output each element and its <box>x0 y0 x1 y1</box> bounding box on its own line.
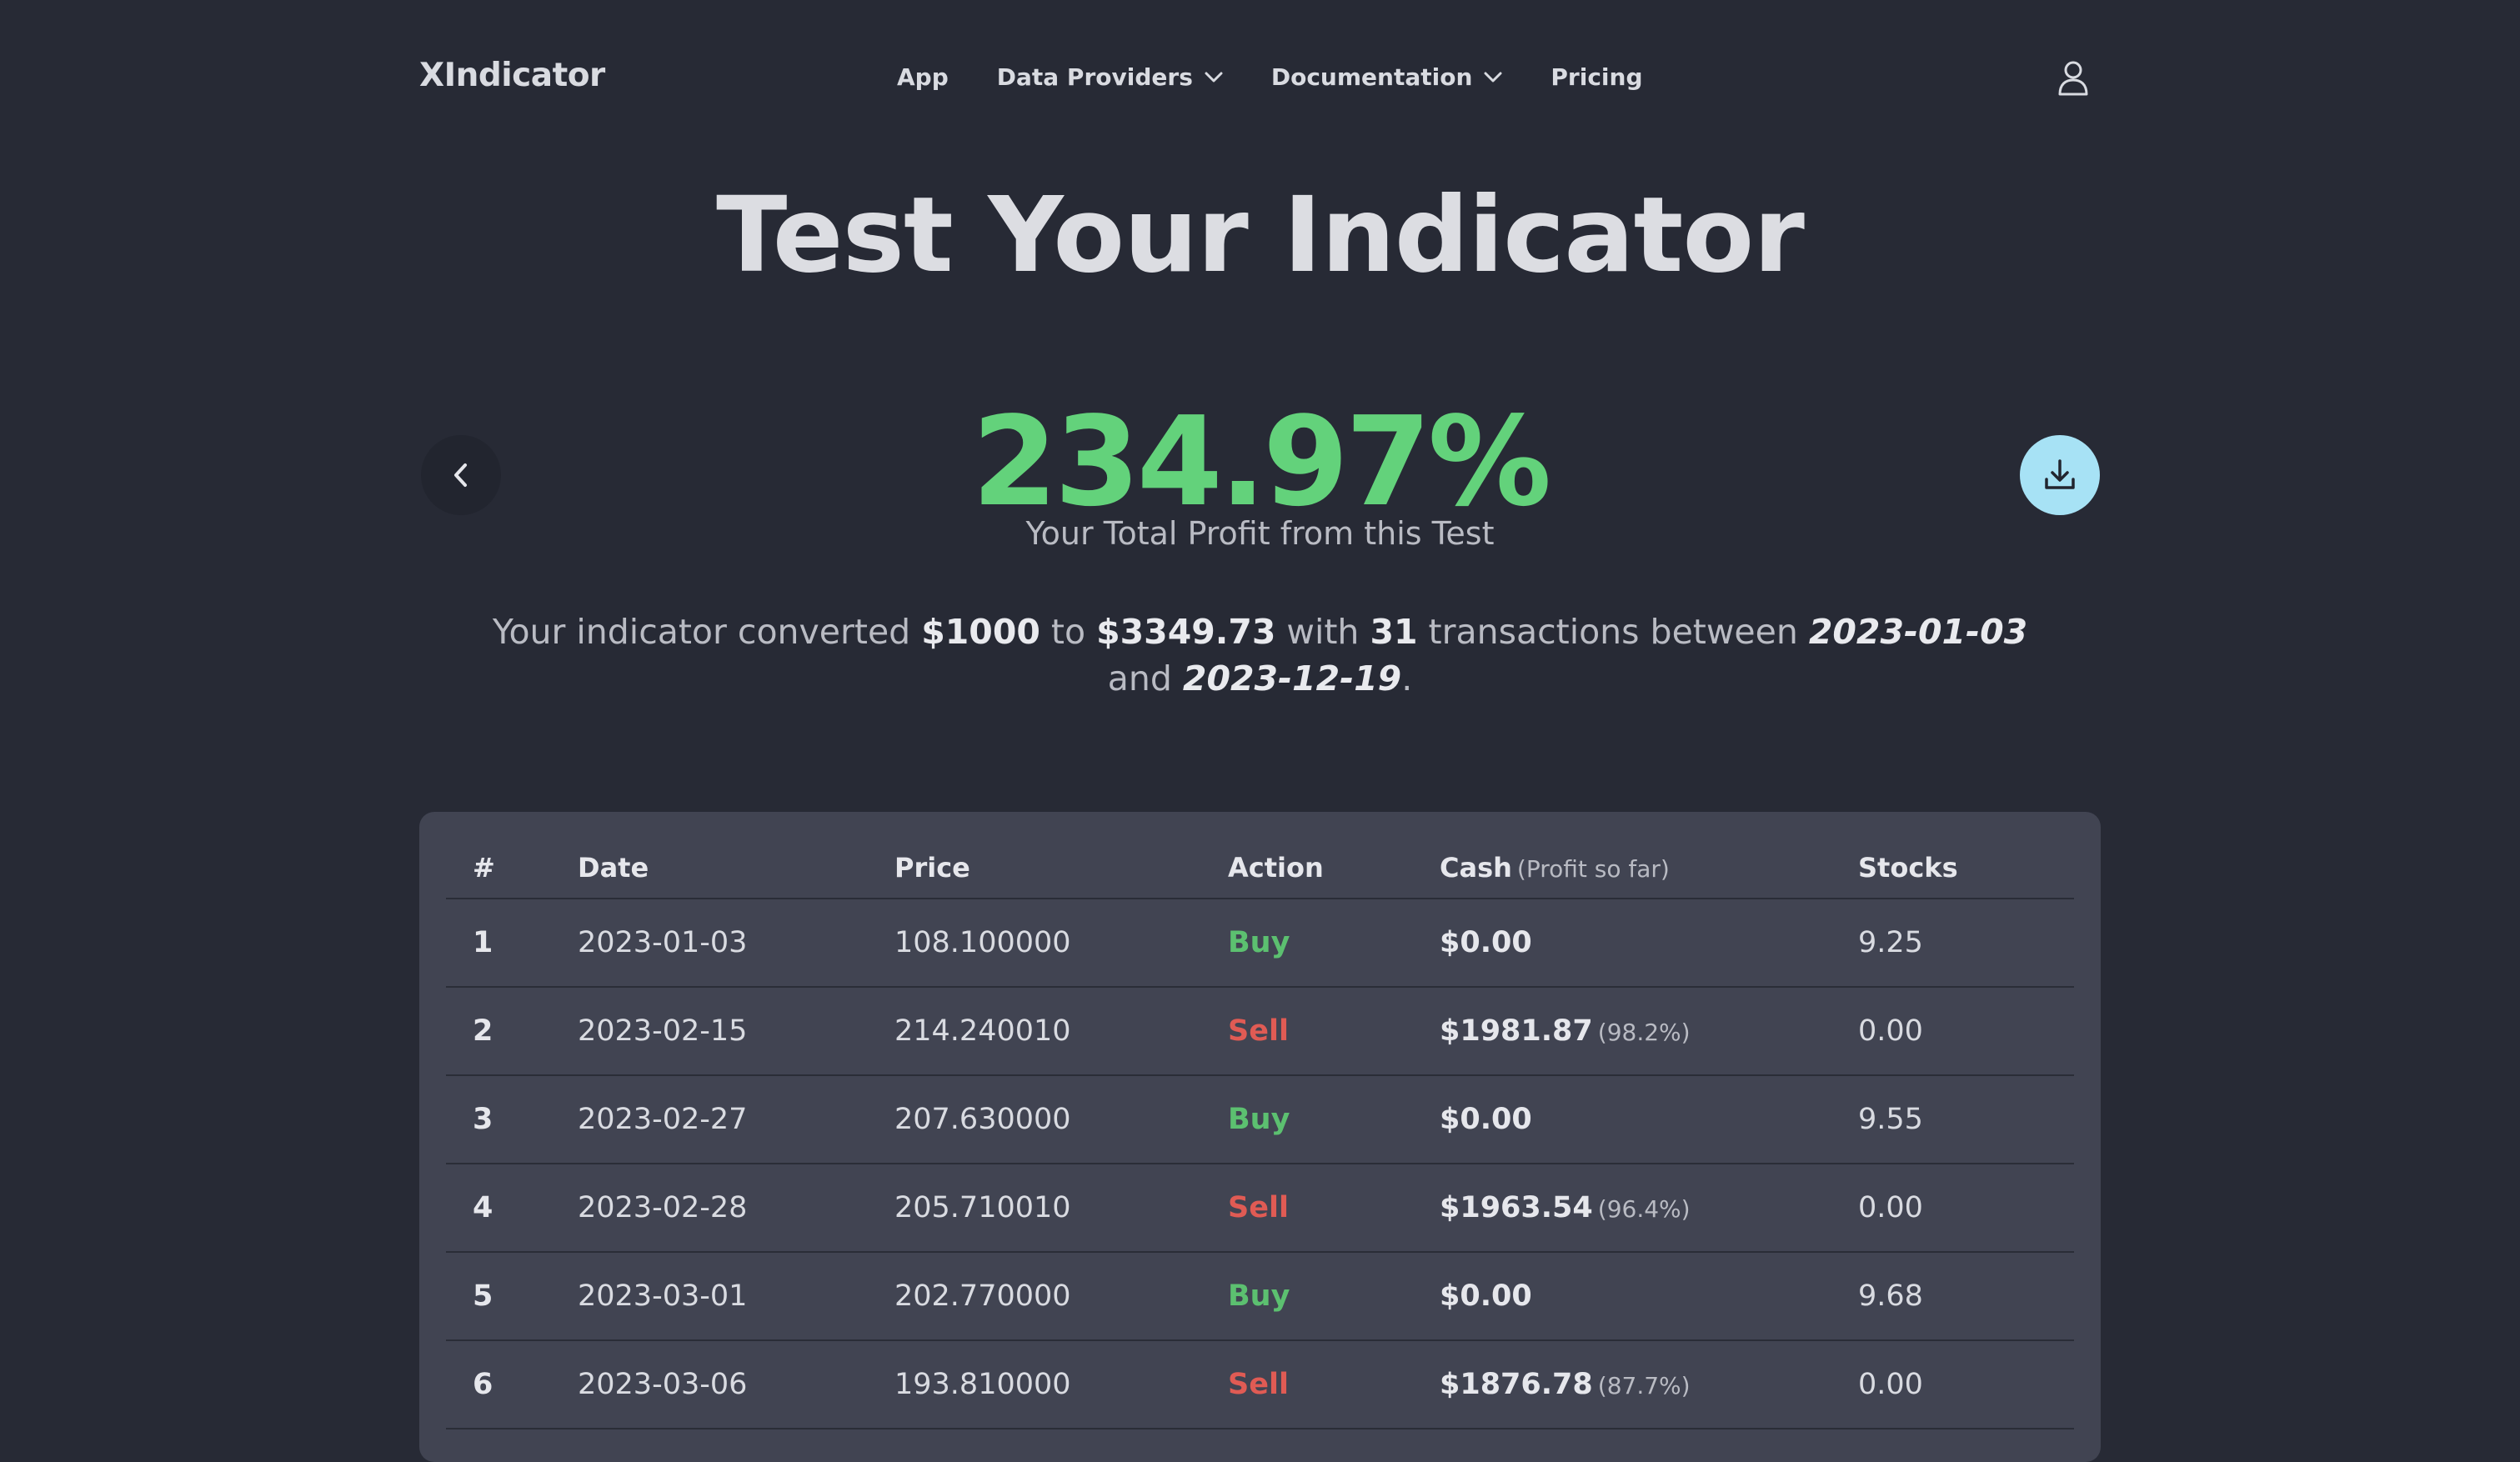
user-icon <box>2058 61 2088 96</box>
row-cash-value: $0.00 <box>1440 1103 1532 1136</box>
summary-transaction-count: 31 <box>1370 612 1418 652</box>
chevron-down-icon <box>1205 72 1223 82</box>
table-row: 6 2023-03-06 193.810000 Sell $1876.78 (87.7%)… <box>446 1340 2074 1429</box>
summary-to: to <box>1040 612 1097 652</box>
row-price: 205.710010 <box>894 1164 1228 1253</box>
row-profit-pct: (98.2%) <box>1597 1019 1691 1046</box>
header-cash: Cash (Profit so far) <box>1440 837 1858 899</box>
row-stocks: 9.68 <box>1858 1252 2074 1341</box>
nav-documentation[interactable]: Documentation <box>1271 63 1503 91</box>
row-cash-value: $1981.87 <box>1440 1014 1593 1048</box>
summary-between: transactions between <box>1417 612 1809 652</box>
nav-pricing[interactable]: Pricing <box>1551 63 1642 91</box>
summary-start-amount: $1000 <box>921 612 1040 652</box>
transactions-card: # Date Price Action Cash (Profit so far) … <box>419 812 2101 1462</box>
nav-pricing-label: Pricing <box>1551 63 1643 91</box>
row-cash-value: $1876.78 <box>1440 1368 1593 1401</box>
page-title: Test Your Indicator <box>716 175 1805 296</box>
table-row: 5 2023-03-01 202.770000 Buy $0.00 9.68 <box>446 1252 2074 1341</box>
chevron-down-icon <box>1484 72 1502 82</box>
row-num: 3 <box>446 1075 578 1164</box>
nav-app[interactable]: App <box>897 63 949 91</box>
table-row: 1 2023-01-03 108.100000 Buy $0.00 9.25 <box>446 899 2074 988</box>
row-cash: $0.00 <box>1440 1075 1858 1164</box>
test-summary: Your indicator converted $1000 to $3349.… <box>467 608 2053 702</box>
row-cash-value: $0.00 <box>1440 1279 1532 1313</box>
row-cash-value: $1963.54 <box>1440 1191 1593 1224</box>
row-action: Sell <box>1228 1340 1440 1429</box>
download-button[interactable] <box>2020 435 2100 515</box>
row-price: 207.630000 <box>894 1075 1228 1164</box>
row-num: 1 <box>446 899 578 988</box>
row-cash: $1981.87 (98.2%) <box>1440 987 1858 1076</box>
summary-end-amount: $3349.73 <box>1096 612 1276 652</box>
row-cash: $0.00 <box>1440 1252 1858 1341</box>
header-stocks: Stocks <box>1858 837 2074 899</box>
table-row: 4 2023-02-28 205.710010 Sell $1963.54 (96.4%)… <box>446 1164 2074 1253</box>
nav-documentation-label: Documentation <box>1270 63 1473 91</box>
row-stocks: 0.00 <box>1858 1164 2074 1253</box>
row-num: 6 <box>446 1340 578 1429</box>
transactions-table: # Date Price Action Cash (Profit so far) … <box>446 837 2074 1429</box>
row-action: Sell <box>1228 1164 1440 1253</box>
summary-date-from: 2023-01-03 <box>1808 612 2028 652</box>
row-action: Buy <box>1228 899 1440 988</box>
row-date: 2023-02-27 <box>578 1075 894 1164</box>
row-profit-pct: (96.4%) <box>1597 1195 1691 1223</box>
row-price: 193.810000 <box>894 1340 1228 1429</box>
nav-data-providers-label: Data Providers <box>996 63 1193 91</box>
row-stocks: 0.00 <box>1858 1340 2074 1429</box>
total-profit-value: 234.97% <box>971 390 1551 533</box>
brand-logo[interactable]: XIndicator <box>419 57 605 94</box>
summary-prefix: Your indicator converted <box>492 612 922 652</box>
download-icon <box>2045 459 2075 489</box>
row-stocks: 9.55 <box>1858 1075 2074 1164</box>
header-cash-label: Cash <box>1440 851 1512 884</box>
row-price: 202.770000 <box>894 1252 1228 1341</box>
row-action: Sell <box>1228 987 1440 1076</box>
row-num: 5 <box>446 1252 578 1341</box>
row-num: 2 <box>446 987 578 1076</box>
row-num: 4 <box>446 1164 578 1253</box>
row-cash-value: $0.00 <box>1440 926 1532 959</box>
nav-data-providers[interactable]: Data Providers <box>997 63 1223 91</box>
row-date: 2023-02-28 <box>578 1164 894 1253</box>
row-cash: $0.00 <box>1440 899 1858 988</box>
summary-period: . <box>1401 658 1413 698</box>
row-price: 108.100000 <box>894 899 1228 988</box>
header-action: Action <box>1228 837 1440 899</box>
main-nav: App Data Providers Documentation Pricing <box>897 63 1691 91</box>
row-action: Buy <box>1228 1075 1440 1164</box>
row-date: 2023-01-03 <box>578 899 894 988</box>
nav-app-label: App <box>897 63 949 91</box>
total-profit-caption: Your Total Profit from this Test <box>1025 515 1495 552</box>
user-account-button[interactable] <box>2052 57 2094 98</box>
header-date: Date <box>578 837 894 899</box>
table-header-row: # Date Price Action Cash (Profit so far) … <box>446 837 2074 899</box>
row-stocks: 0.00 <box>1858 987 2074 1076</box>
row-profit-pct: (87.7%) <box>1597 1372 1691 1399</box>
table-row: 2 2023-02-15 214.240010 Sell $1981.87 (98.2%)… <box>446 987 2074 1076</box>
row-date: 2023-03-01 <box>578 1252 894 1341</box>
row-stocks: 9.25 <box>1858 899 2074 988</box>
row-price: 214.240010 <box>894 987 1228 1076</box>
row-action: Buy <box>1228 1252 1440 1341</box>
row-date: 2023-02-15 <box>578 987 894 1076</box>
table-row: 3 2023-02-27 207.630000 Buy $0.00 9.55 <box>446 1075 2074 1164</box>
header-num: # <box>446 837 578 899</box>
summary-date-to: 2023-12-19 <box>1182 658 1402 698</box>
row-cash: $1963.54 (96.4%) <box>1440 1164 1858 1253</box>
header-cash-sub: (Profit so far) <box>1516 854 1670 883</box>
summary-with: with <box>1275 612 1370 652</box>
summary-and: and <box>1107 658 1183 698</box>
row-cash: $1876.78 (87.7%) <box>1440 1340 1858 1429</box>
header-price: Price <box>894 837 1228 899</box>
row-date: 2023-03-06 <box>578 1340 894 1429</box>
